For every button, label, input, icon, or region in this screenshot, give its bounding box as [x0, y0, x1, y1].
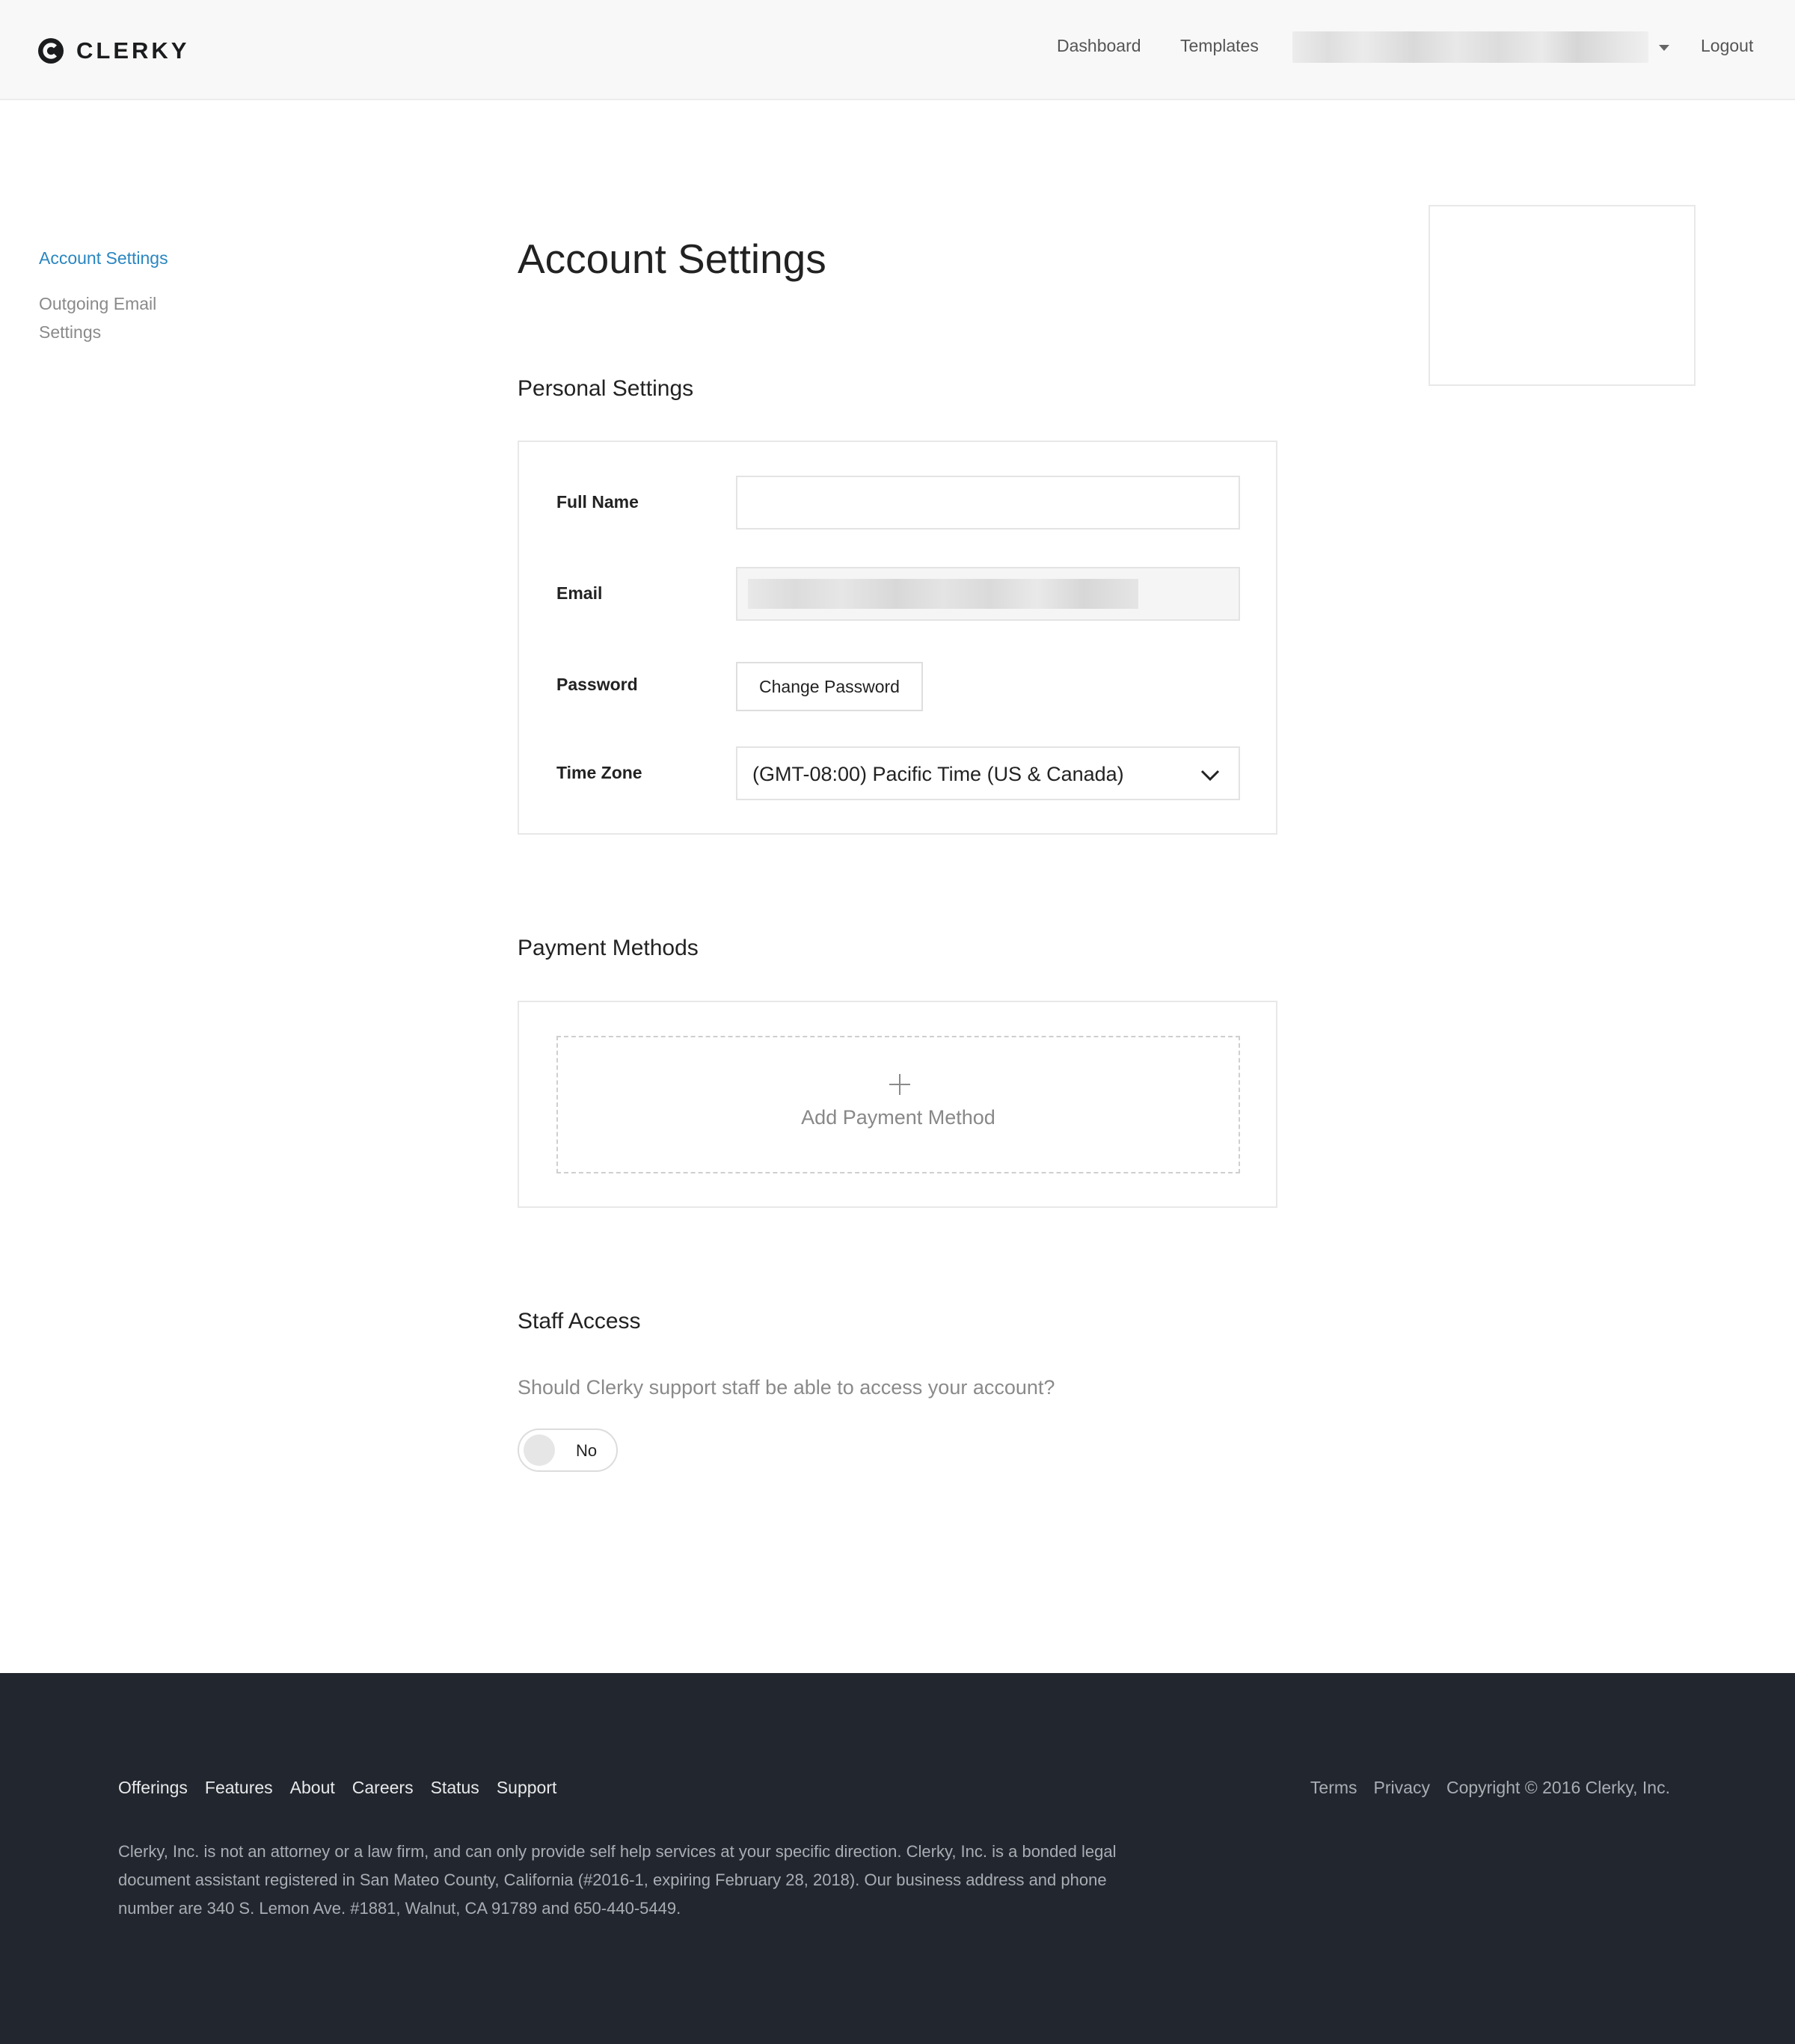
copyright-text: Copyright © 2016 Clerky, Inc.: [1446, 1778, 1670, 1797]
site-footer: Offerings Features About Careers Status …: [0, 1673, 1795, 2044]
change-password-button[interactable]: Change Password: [736, 662, 923, 711]
personal-settings-card: Full Name Email Password Change Password…: [518, 441, 1277, 835]
footer-nav: Offerings Features About Careers Status …: [118, 1778, 556, 1798]
nav-dashboard-link[interactable]: Dashboard: [1057, 36, 1141, 56]
footer-link-terms[interactable]: Terms: [1310, 1778, 1357, 1798]
staff-access-toggle[interactable]: No: [518, 1428, 618, 1472]
time-zone-select[interactable]: (GMT-08:00) Pacific Time (US & Canada): [736, 746, 1240, 800]
caret-down-icon: [1659, 45, 1669, 51]
footer-link-privacy[interactable]: Privacy: [1374, 1778, 1430, 1798]
full-name-label: Full Name: [556, 492, 639, 512]
payment-methods-card: Add Payment Method: [518, 1001, 1277, 1208]
footer-link-status[interactable]: Status: [431, 1778, 479, 1798]
toggle-knob: [524, 1434, 555, 1466]
staff-access-heading: Staff Access: [518, 1309, 641, 1333]
clerky-logo[interactable]: CLERKY: [37, 37, 189, 65]
footer-link-offerings[interactable]: Offerings: [118, 1778, 188, 1798]
footer-link-features[interactable]: Features: [205, 1778, 273, 1798]
page-title: Account Settings: [518, 236, 826, 282]
time-zone-label: Time Zone: [556, 763, 642, 782]
brand-name: CLERKY: [76, 37, 190, 64]
footer-link-careers[interactable]: Careers: [352, 1778, 414, 1798]
add-payment-method-button[interactable]: Add Payment Method: [556, 1036, 1240, 1173]
logout-link[interactable]: Logout: [1701, 36, 1753, 56]
top-header: CLERKY Dashboard Templates Logout: [0, 0, 1795, 100]
footer-link-support[interactable]: Support: [497, 1778, 557, 1798]
toggle-state-label: No: [576, 1441, 598, 1460]
password-label: Password: [556, 675, 638, 694]
email-label: Email: [556, 583, 603, 603]
plus-icon: [889, 1074, 910, 1095]
side-nav-account-settings[interactable]: Account Settings: [39, 244, 168, 272]
side-nav-outgoing-email-settings[interactable]: Outgoing Email Settings: [39, 289, 188, 346]
legal-disclaimer: Clerky, Inc. is not an attorney or a law…: [118, 1842, 1117, 1918]
footer-legal: Terms Privacy Copyright © 2016 Clerky, I…: [1310, 1778, 1670, 1798]
time-zone-value: (GMT-08:00) Pacific Time (US & Canada): [752, 763, 1124, 785]
settings-side-nav: [1429, 205, 1696, 386]
nav-templates-link[interactable]: Templates: [1180, 36, 1259, 56]
footer-link-about[interactable]: About: [290, 1778, 335, 1798]
clerky-logo-icon: [38, 38, 64, 64]
payment-methods-heading: Payment Methods: [518, 936, 699, 960]
email-field[interactable]: [736, 567, 1240, 621]
staff-access-question: Should Clerky support staff be able to a…: [518, 1376, 1055, 1399]
chevron-down-icon: [1200, 770, 1220, 782]
account-menu-dropdown[interactable]: [1292, 31, 1669, 63]
add-payment-method-label: Add Payment Method: [801, 1106, 995, 1129]
redacted-account-name: [1292, 31, 1648, 63]
redacted-email: [748, 579, 1138, 609]
personal-settings-heading: Personal Settings: [518, 376, 694, 401]
full-name-input[interactable]: [736, 476, 1240, 530]
